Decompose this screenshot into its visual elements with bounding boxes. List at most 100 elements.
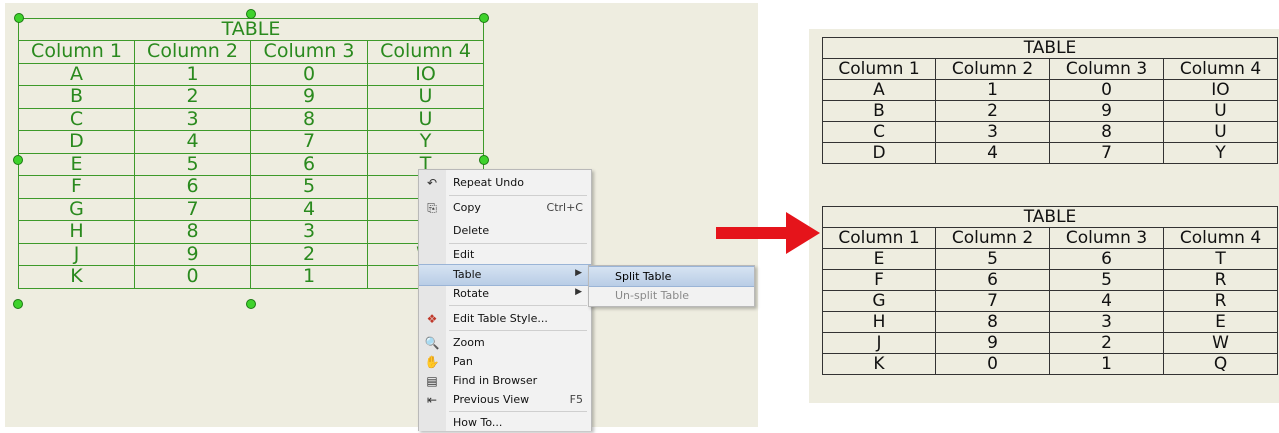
table-cell: 9 [1049,100,1164,122]
menu-item-previous-view[interactable]: ⇤ Previous View F5 [419,390,591,410]
table-cell: 1 [134,62,251,86]
column-header: Column 4 [1162,58,1279,80]
table-cell: 2 [134,85,251,109]
column-header: Column 2 [935,227,1050,249]
table-cell: A [18,62,135,86]
table-cell: A [822,79,936,101]
table-cell: B [18,85,135,109]
table-cell: E [1162,311,1279,333]
table-cell: 8 [1049,121,1164,143]
grip-bottom-mid[interactable] [246,299,256,309]
submenu-item-split-table[interactable]: Split Table [589,266,754,287]
grip-top-right[interactable] [479,13,489,23]
grip-mid-left[interactable] [13,155,23,165]
table-cell: 5 [134,152,251,176]
table-row: G74R [18,197,485,221]
table-cell: Y [366,130,485,154]
result-table-bottom: TABLE Column 1 Column 2 Column 3 Column 4E5… [821,206,1279,375]
submenu-item-unsplit-table: Un-split Table [615,289,690,302]
menu-item-edit-table-style[interactable]: ❖ Edit Table Style... [419,309,591,329]
table-cell: IO [1162,79,1279,101]
style-icon: ❖ [426,312,438,326]
table-cell: D [18,130,135,154]
grip-top-left[interactable] [14,13,24,23]
zoom-icon: 🔍 [424,336,440,350]
column-header: Column 1 [822,58,936,80]
table-row: B29U [822,100,1279,122]
column-header: Column 2 [935,58,1050,80]
table-cell: 1 [1049,353,1164,375]
find-icon: ▤ [426,374,438,388]
menu-item-zoom[interactable]: 🔍 Zoom [419,333,591,353]
table-cell: IO [366,62,485,86]
table-cell: U [366,107,485,131]
table-cell: 2 [1049,332,1164,354]
table-cell: Q [1162,353,1279,375]
table-row: D47Y [822,142,1279,164]
table-row: K01Q [18,265,485,289]
table-title: TABLE [821,37,1279,59]
table-cell: U [1162,121,1279,143]
table-cell: C [18,107,135,131]
header-row: Column 1 Column 2 Column 3 Column 4 [18,40,485,64]
menu-item-delete[interactable]: Delete [419,221,591,241]
table-cell: W [1162,332,1279,354]
grip-top-mid[interactable] [246,9,256,19]
table-cell: H [18,220,135,244]
table-cell: 8 [935,311,1050,333]
grip-bottom-left[interactable] [13,299,23,309]
result-table-top: TABLE Column 1 Column 2 Column 3 Column 4A1… [821,37,1279,164]
table-cell: H [822,311,936,333]
table-cell: 7 [1049,142,1164,164]
table-title: TABLE [17,18,485,41]
table-cell: 1 [935,79,1050,101]
menu-item-how-to[interactable]: How To... [419,413,591,433]
pan-hand-icon: ✋ [424,355,440,369]
table-cell: U [1162,100,1279,122]
column-header: Column 3 [1049,227,1164,249]
table-cell: R [1162,269,1279,291]
table-cell: 9 [134,242,251,266]
table-row: B29U [18,85,485,109]
table-cell: K [18,265,135,289]
table-cell: 4 [935,142,1050,164]
table-cell: 3 [935,121,1050,143]
menu-item-copy[interactable]: ⎘ Copy Ctrl+C [419,198,591,218]
column-header: Column 1 [18,40,135,64]
table-cell: E [18,152,135,176]
table-cell: T [1162,248,1279,270]
menu-item-repeat-undo[interactable]: ↶ Repeat Undo [419,173,591,193]
table-cell: R [1162,290,1279,312]
menu-item-table[interactable]: Table ▶ [419,264,591,286]
table-row: C38U [18,107,485,131]
column-header: Column 4 [1162,227,1279,249]
table-cell: 7 [250,130,368,154]
submenu-arrow-icon: ▶ [575,268,582,278]
table-cell: F [822,269,936,291]
table-row: K01Q [822,353,1279,375]
column-header: Column 2 [134,40,251,64]
context-menu: ↶ Repeat Undo ⎘ Copy Ctrl+C Delete Edit … [418,169,592,431]
table-cell: 0 [1049,79,1164,101]
menu-item-rotate[interactable]: Rotate ▶ [419,284,591,304]
table-row: G74R [822,290,1279,312]
table-cell: 9 [935,332,1050,354]
menu-item-find-in-browser[interactable]: ▤ Find in Browser [419,371,591,391]
table-cell: 9 [250,85,368,109]
menu-item-pan[interactable]: ✋ Pan [419,352,591,372]
table-cell: E [822,248,936,270]
table-cell: 3 [134,107,251,131]
table-cell: 2 [250,242,368,266]
column-header: Column 4 [366,40,485,64]
table-row: F65R [822,269,1279,291]
table-cell: J [822,332,936,354]
header-row: Column 1 Column 2 Column 3 Column 4 [822,227,1279,249]
table-cell: C [822,121,936,143]
table-row: E56T [18,152,485,176]
table-row: A 1 0 IO [822,79,1279,101]
table-cell: 6 [935,269,1050,291]
menu-item-edit[interactable]: Edit [419,245,591,265]
table-cell: 7 [134,197,251,221]
grip-mid-right[interactable] [479,155,489,165]
selected-table[interactable]: TABLE Column 1 Column 2 Column 3 Column 4A1… [17,18,485,289]
